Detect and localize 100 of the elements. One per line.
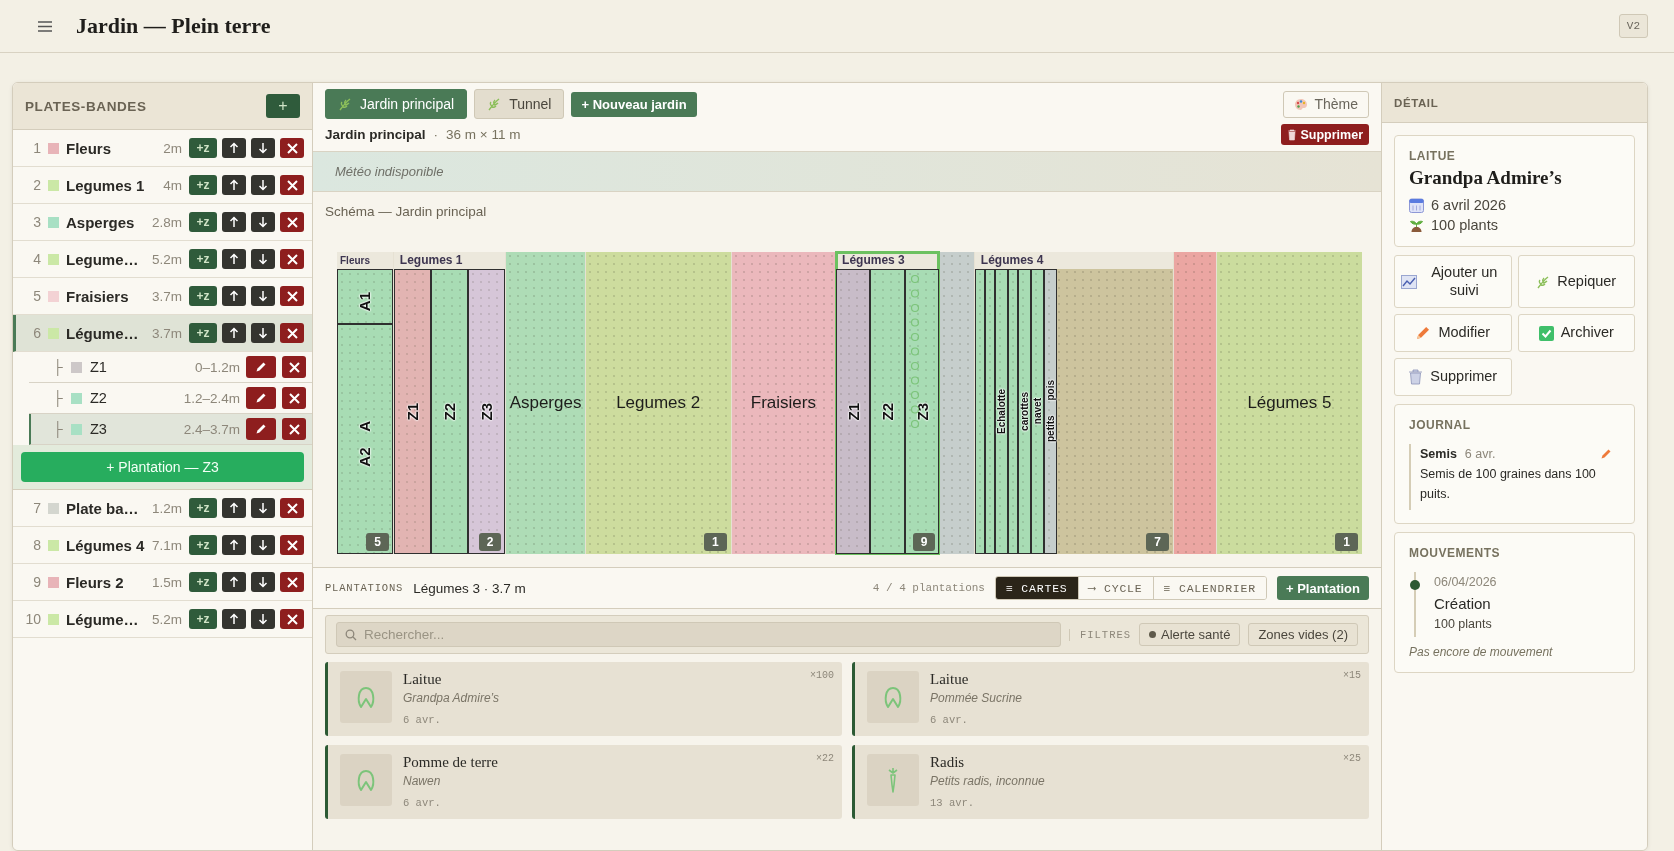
add-zone-button[interactable]: +z bbox=[189, 535, 217, 555]
move-up-button[interactable] bbox=[222, 138, 246, 158]
add-zone-button[interactable]: +z bbox=[189, 138, 217, 158]
add-zone-button[interactable]: +z bbox=[189, 249, 217, 269]
move-up-button[interactable] bbox=[222, 249, 246, 269]
close-icon bbox=[288, 361, 300, 373]
bed-plot[interactable]: Fraisiers bbox=[731, 252, 836, 554]
bed-plot[interactable]: Légumes 3 Z1 Z2 Z3 9 bbox=[836, 252, 940, 554]
add-zone-button[interactable]: +z bbox=[189, 212, 217, 232]
view-toggle[interactable]: ≡ CALENDRIER bbox=[1152, 577, 1266, 599]
zone-strip[interactable]: Z1 bbox=[393, 269, 432, 554]
action-button[interactable]: Modifier bbox=[1394, 314, 1512, 352]
filter-chip[interactable]: Alerte santé bbox=[1139, 623, 1241, 646]
zone-strip[interactable] bbox=[984, 269, 995, 554]
move-down-button[interactable] bbox=[251, 323, 275, 343]
move-up-button[interactable] bbox=[222, 212, 246, 232]
bed-plot[interactable]: Légumes 5 1 bbox=[1216, 252, 1362, 554]
move-up-button[interactable] bbox=[222, 286, 246, 306]
delete-button[interactable] bbox=[280, 138, 304, 158]
move-down-button[interactable] bbox=[251, 572, 275, 592]
zone-row[interactable]: ├ Z3 2.4–3.7m bbox=[29, 414, 312, 445]
theme-button[interactable]: Thème bbox=[1283, 90, 1369, 118]
delete-garden-button[interactable]: Supprimer bbox=[1281, 124, 1369, 145]
bed-row[interactable]: 6 Légume… 3.7m +z bbox=[13, 315, 312, 352]
move-down-button[interactable] bbox=[251, 609, 275, 629]
bed-plot[interactable]: Légumes 4 Echalotte carottes navet petits pois 7 bbox=[974, 252, 1173, 554]
new-garden-button[interactable]: + Nouveau jardin bbox=[571, 91, 697, 117]
delete-button[interactable] bbox=[280, 212, 304, 232]
edit-button[interactable] bbox=[246, 418, 276, 440]
zone-strip[interactable] bbox=[1007, 269, 1018, 554]
add-zone-button[interactable]: +z bbox=[189, 609, 217, 629]
delete-button[interactable] bbox=[280, 572, 304, 592]
plantation-card[interactable]: Laitue Pommée Sucrine 6 avr. ×15 bbox=[852, 662, 1369, 736]
delete-button[interactable] bbox=[280, 175, 304, 195]
move-down-button[interactable] bbox=[251, 212, 275, 232]
delete-button[interactable] bbox=[282, 387, 306, 409]
move-down-button[interactable] bbox=[251, 175, 275, 195]
action-button[interactable]: Repiquer bbox=[1517, 255, 1635, 308]
garden-tab[interactable]: Jardin principal bbox=[325, 89, 468, 119]
move-up-button[interactable] bbox=[222, 175, 246, 195]
section-label: PLANTATIONS bbox=[325, 582, 404, 594]
move-down-button[interactable] bbox=[251, 498, 275, 518]
zone-strip[interactable]: A1 bbox=[337, 269, 393, 325]
bed-row[interactable]: 7 Plate ba… 1.2m +z bbox=[13, 490, 312, 527]
bed-row[interactable]: 2 Legumes 1 4m +z bbox=[13, 167, 312, 204]
edit-button[interactable] bbox=[246, 356, 276, 378]
move-down-button[interactable] bbox=[251, 138, 275, 158]
delete-button[interactable] bbox=[280, 249, 304, 269]
move-down-button[interactable] bbox=[251, 286, 275, 306]
view-toggle[interactable]: ≡ CARTES bbox=[995, 577, 1078, 599]
leaf-sprout-icon bbox=[355, 768, 377, 792]
bed-row[interactable]: 8 Légumes 4 7.1m +z bbox=[13, 527, 312, 564]
add-zone-button[interactable]: +z bbox=[189, 175, 217, 195]
bed-plot[interactable]: Legumes 2 1 bbox=[585, 252, 731, 554]
move-up-button[interactable] bbox=[222, 609, 246, 629]
garden-tab[interactable]: Tunnel bbox=[474, 89, 565, 119]
action-button[interactable]: Ajouter un suivi bbox=[1394, 255, 1512, 308]
delete-button[interactable] bbox=[280, 535, 304, 555]
plantation-card[interactable]: Pomme de terre Nawen 6 avr. ×22 bbox=[325, 745, 842, 819]
add-zone-button[interactable]: +z bbox=[189, 498, 217, 518]
search-field[interactable]: Rechercher... bbox=[336, 622, 1061, 647]
action-button[interactable]: Supprimer bbox=[1394, 358, 1512, 396]
delete-button[interactable] bbox=[280, 498, 304, 518]
zone-strip[interactable]: Z2 bbox=[431, 269, 469, 554]
move-down-button[interactable] bbox=[251, 249, 275, 269]
move-up-button[interactable] bbox=[222, 535, 246, 555]
bed-plot[interactable]: Fleurs A1 A2 A 5 bbox=[337, 252, 393, 554]
bed-plot[interactable]: Legumes 1 Z1 Z2 Z3 2 bbox=[393, 252, 506, 554]
zone-strip[interactable]: Z2 bbox=[870, 269, 905, 554]
move-up-button[interactable] bbox=[222, 498, 246, 518]
action-button[interactable]: Archiver bbox=[1517, 314, 1635, 352]
delete-button[interactable] bbox=[282, 418, 306, 440]
add-zone-button[interactable]: +z bbox=[189, 323, 217, 343]
move-down-button[interactable] bbox=[251, 535, 275, 555]
zone-strip[interactable] bbox=[974, 269, 985, 554]
filter-chip[interactable]: Zones vides (2) bbox=[1248, 623, 1358, 646]
bed-row[interactable]: 3 Asperges 2.8m +z bbox=[13, 204, 312, 241]
delete-button[interactable] bbox=[280, 323, 304, 343]
add-zone-button[interactable]: +z bbox=[189, 286, 217, 306]
bed-row[interactable]: 10 Légume… 5.2m +z bbox=[13, 601, 312, 638]
zone-name: Z1 bbox=[89, 359, 108, 375]
bed-row[interactable]: 9 Fleurs 2 1.5m +z bbox=[13, 564, 312, 601]
move-up-button[interactable] bbox=[222, 572, 246, 592]
bed-number: 10 bbox=[24, 611, 41, 627]
bed-plot[interactable]: Asperges bbox=[506, 252, 585, 554]
plantation-card[interactable]: Laitue Grandpa Admire’s 6 avr. ×100 bbox=[325, 662, 842, 736]
zone-strip[interactable]: Z1 bbox=[836, 269, 871, 554]
add-plantation-button[interactable]: + Plantation bbox=[1276, 576, 1369, 600]
edit-button[interactable] bbox=[246, 387, 276, 409]
delete-button[interactable] bbox=[282, 356, 306, 378]
add-zone-button[interactable]: +z bbox=[189, 572, 217, 592]
delete-button[interactable] bbox=[280, 286, 304, 306]
plantation-card[interactable]: Radis Petits radis, inconnue 13 avr. ×25 bbox=[852, 745, 1369, 819]
move-up-button[interactable] bbox=[222, 323, 246, 343]
delete-button[interactable] bbox=[280, 609, 304, 629]
bed-row[interactable]: 4 Legume… 5.2m +z bbox=[13, 241, 312, 278]
leaf-sprout-icon bbox=[882, 685, 904, 709]
bed-row[interactable]: 1 Fleurs 2m +z bbox=[13, 130, 312, 167]
leaf-icon bbox=[338, 97, 352, 111]
add-bed-button[interactable]: + bbox=[266, 94, 300, 118]
